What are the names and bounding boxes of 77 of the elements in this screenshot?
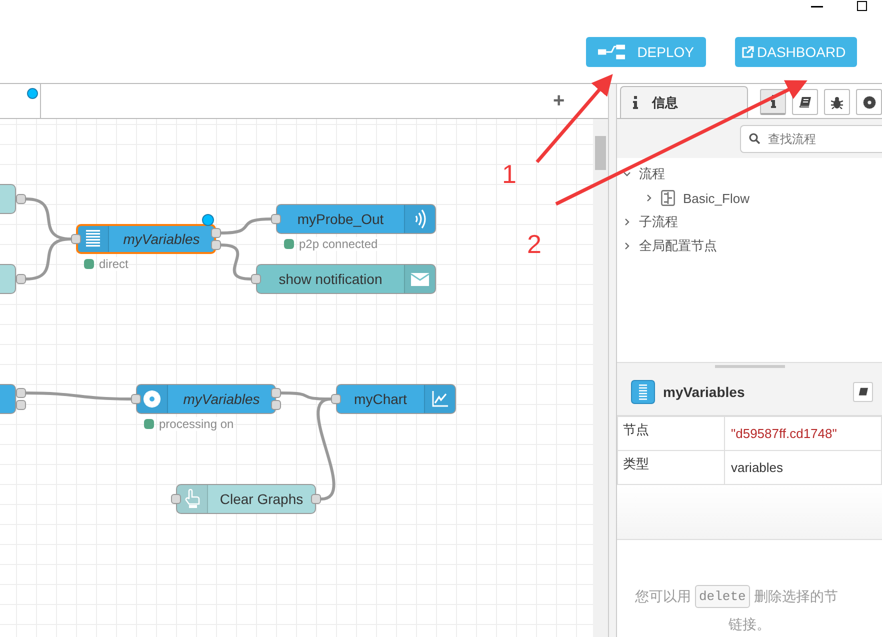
sidebar-tool-button[interactable] [824, 89, 850, 115]
external-link-icon [741, 46, 754, 58]
minimize-icon[interactable] [811, 6, 823, 8]
flow-node[interactable]: myChart [336, 384, 456, 414]
flow-icon [661, 190, 675, 206]
node-label: myProbe_Out [296, 211, 385, 227]
flow-node[interactable]: myVariables [136, 384, 276, 414]
changed-dot [202, 214, 214, 226]
hint-text: 删除选择的节 [754, 588, 838, 606]
property-value: "d59587ff.cd1748" [724, 416, 882, 450]
annotation-number: 1 [502, 159, 516, 189]
input-port[interactable] [251, 274, 261, 284]
list-icon [86, 230, 100, 248]
search-icon [749, 133, 760, 144]
chevron-icon [645, 194, 653, 202]
status-text: processing on [159, 417, 234, 431]
book-icon [799, 96, 811, 108]
book-icon [858, 386, 868, 396]
output-port[interactable] [311, 494, 321, 504]
chevron-icon [623, 218, 631, 226]
maximize-icon[interactable] [857, 1, 867, 11]
tree-item[interactable]: 全局配置节点 [617, 234, 882, 258]
node-title: myVariables [663, 384, 746, 400]
search-input[interactable]: 查找流程 [766, 130, 870, 146]
chevron-icon [623, 170, 631, 178]
wire[interactable] [316, 398, 336, 500]
bug-icon [831, 96, 843, 108]
hint-text: 您可以用 [635, 588, 691, 606]
gear-icon [862, 96, 876, 108]
input-port[interactable] [71, 234, 81, 244]
hand-pointer-icon [184, 489, 200, 509]
input-port[interactable] [171, 494, 181, 504]
flow-node[interactable]: show notification [256, 264, 436, 294]
tab-label: 信息 [652, 94, 678, 112]
property-name: 节点 [618, 416, 724, 450]
splitter-handle[interactable] [608, 84, 617, 637]
node-label: show notification [278, 271, 384, 287]
tree-item[interactable]: 子流程 [617, 210, 882, 234]
node-label: myVariables [122, 231, 201, 247]
input-port[interactable] [271, 214, 281, 224]
info-icon [633, 96, 638, 109]
output-port[interactable] [16, 274, 26, 284]
input-port[interactable] [131, 394, 141, 404]
signal-waves-icon [414, 209, 426, 229]
gear-icon [143, 390, 161, 408]
node-label: Clear Graphs [218, 491, 304, 507]
search-field[interactable]: 查找流程 [740, 124, 882, 152]
status-text: direct [99, 257, 128, 271]
wire[interactable] [26, 392, 132, 400]
input-port[interactable] [331, 394, 341, 404]
hint-text: 链接。 [728, 616, 770, 632]
changed-dot [27, 88, 38, 99]
tree-item[interactable]: 流程 [617, 162, 882, 186]
chevron-icon [623, 242, 631, 250]
list-icon [631, 380, 655, 404]
sidebar-tool-button[interactable] [792, 89, 818, 115]
wire[interactable] [220, 244, 252, 280]
sidebar-tab[interactable]: 信息 [620, 86, 748, 118]
key-label: delete [695, 585, 750, 608]
node-label: myChart [353, 391, 408, 407]
wire[interactable] [26, 238, 72, 280]
help-button[interactable] [853, 382, 873, 402]
node-label: myVariables [182, 391, 261, 407]
flow-node[interactable]: Clear Graphs [176, 484, 316, 514]
flow-node[interactable]: myVariables [76, 224, 216, 254]
tree-item[interactable]: Basic_Flow [617, 186, 882, 210]
sidebar-tool-button[interactable] [856, 89, 882, 115]
wire[interactable] [220, 218, 272, 234]
add-tab-button[interactable]: + [553, 90, 565, 113]
scrollbar[interactable] [593, 119, 608, 637]
envelope-icon [411, 272, 429, 286]
output-port[interactable] [16, 194, 26, 204]
status-text: p2p connected [299, 237, 378, 251]
flow-node[interactable]: myProbe_Out [276, 204, 436, 234]
annotation-number: 2 [527, 229, 542, 259]
line-chart-icon [432, 391, 448, 407]
deploy-icon [598, 44, 626, 60]
